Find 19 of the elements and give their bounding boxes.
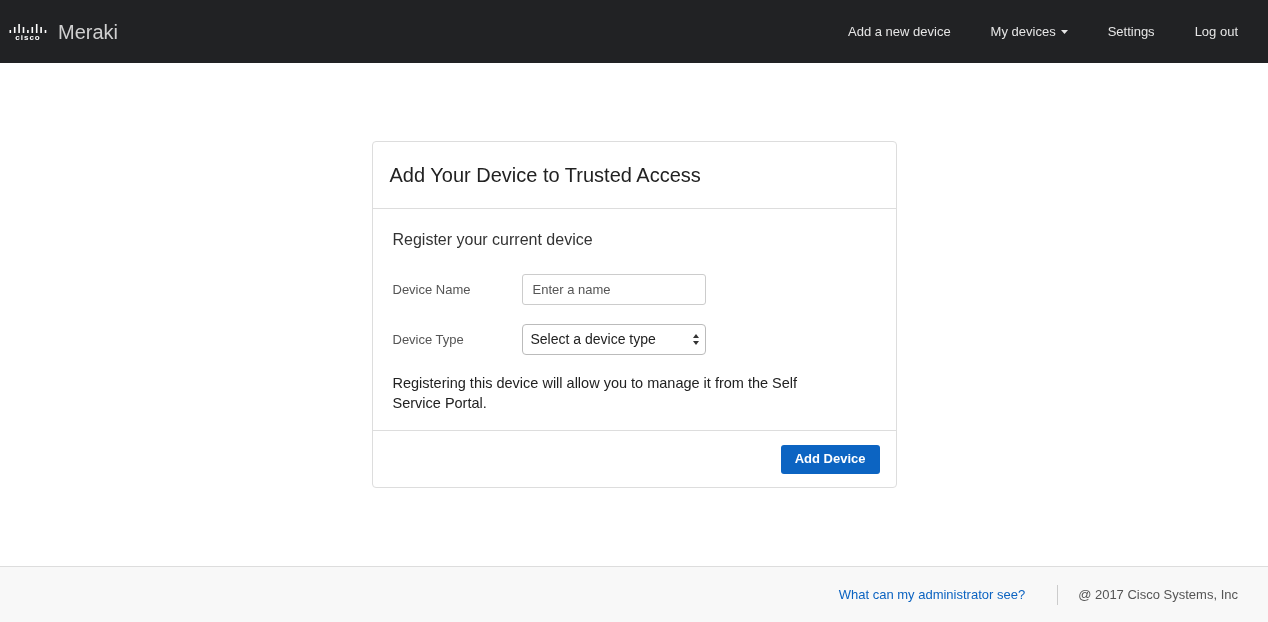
brand-name: Meraki xyxy=(58,19,118,45)
nav-link[interactable]: Settings xyxy=(1107,21,1155,42)
admin-visibility-link[interactable]: What can my administrator see? xyxy=(838,584,1026,605)
help-text: Registering this device will allow you to manage it from the Self Service Portal. xyxy=(392,374,799,413)
field-label: Device Type xyxy=(392,330,465,349)
nav-link[interactable]: My devices xyxy=(990,21,1068,42)
section-heading: Register your current device xyxy=(392,230,594,250)
copyright-text: @ 2017 Cisco Systems, Inc xyxy=(1078,585,1238,604)
logo-bars-icon xyxy=(9,23,47,33)
card-title: Add Your Device to Trusted Access xyxy=(389,163,701,188)
caret-down-icon xyxy=(1060,29,1068,34)
logo-text: cisco xyxy=(15,33,41,42)
device-name-input[interactable]: Enter a name xyxy=(521,274,706,305)
up-down-arrows-icon xyxy=(692,334,699,345)
nav-link[interactable]: Log out xyxy=(1194,21,1238,42)
field-label: Device Name xyxy=(392,280,472,299)
nav-link[interactable]: Add a new device xyxy=(848,21,951,42)
device-type-select[interactable]: Select a device type xyxy=(521,324,706,355)
add-device-button[interactable]: Add Device xyxy=(780,444,880,474)
